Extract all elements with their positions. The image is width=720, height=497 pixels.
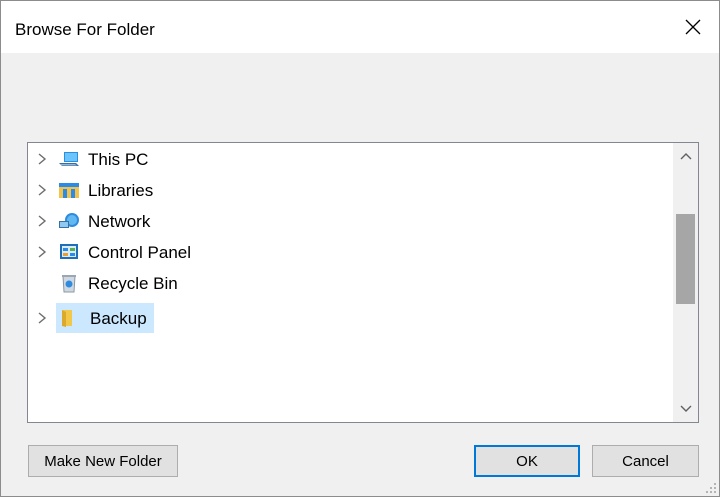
chevron-right-icon[interactable] [36, 245, 48, 259]
scroll-thumb[interactable] [676, 214, 695, 304]
libraries-icon [59, 183, 79, 198]
dialog-title: Browse For Folder [15, 20, 155, 39]
chevron-right-icon[interactable] [36, 183, 48, 197]
recycle-bin-icon [62, 275, 76, 293]
title-bar: Browse For Folder [1, 1, 719, 53]
make-new-folder-button[interactable]: Make New Folder [28, 445, 178, 477]
network-icon [59, 213, 79, 228]
tree-item-libraries[interactable]: Libraries [28, 177, 668, 203]
tree-item-control-panel[interactable]: Control Panel [28, 239, 668, 265]
cancel-button[interactable]: Cancel [592, 445, 699, 477]
tree-item-label: Recycle Bin [88, 274, 178, 293]
folder-icon [62, 310, 72, 327]
computer-icon [59, 152, 79, 166]
tree-item-label: Control Panel [88, 243, 192, 262]
chevron-right-icon[interactable] [36, 152, 48, 166]
close-icon [685, 19, 701, 35]
tree-item-label: Network [88, 212, 151, 231]
chevron-right-icon[interactable] [36, 214, 48, 228]
tree-item-label: This PC [88, 150, 149, 169]
chevron-right-icon[interactable] [36, 311, 48, 325]
tree-item-this-pc[interactable]: This PC [28, 146, 668, 172]
control-panel-icon [60, 244, 78, 259]
scroll-up-button[interactable] [673, 145, 698, 167]
tree-item-network[interactable]: Network [28, 208, 668, 234]
browse-for-folder-dialog: Browse For Folder This PC Libraries Netw… [0, 0, 720, 497]
resize-grip-icon[interactable] [705, 482, 717, 494]
tree-item-recycle-bin[interactable]: Recycle Bin [28, 270, 668, 296]
vertical-scrollbar[interactable] [673, 143, 698, 422]
chevron-down-icon [680, 405, 691, 412]
tree-item-backup[interactable]: Backup [28, 303, 668, 333]
tree-item-label: Backup [90, 309, 147, 328]
close-button[interactable] [667, 1, 719, 53]
chevron-up-icon [680, 153, 691, 160]
scroll-down-button[interactable] [673, 398, 698, 420]
ok-button[interactable]: OK [474, 445, 580, 477]
tree-item-label: Libraries [88, 181, 154, 200]
folder-tree[interactable]: This PC Libraries Network Control Panel … [27, 142, 699, 423]
